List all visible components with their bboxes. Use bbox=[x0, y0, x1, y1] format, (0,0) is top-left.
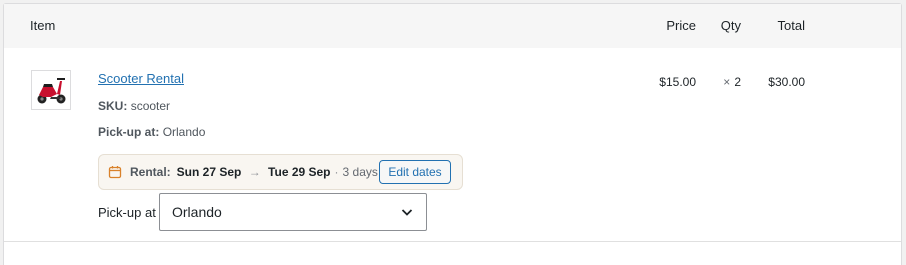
product-name-link[interactable]: Scooter Rental bbox=[98, 71, 184, 87]
rental-start-date: Sun 27 Sep bbox=[176, 165, 242, 179]
order-items-table: Item Price Qty Total Scooter Rental SKU:… bbox=[3, 3, 902, 265]
line-quantity: × 2 bbox=[723, 74, 741, 90]
line-total: $30.00 bbox=[768, 75, 805, 89]
header-price: Price bbox=[666, 18, 696, 33]
pickup-select-row: Pick-up at Orlando bbox=[98, 193, 427, 231]
rental-label: Rental: bbox=[130, 165, 171, 179]
header-qty: Qty bbox=[720, 18, 741, 33]
pickup-location-select[interactable]: Orlando bbox=[159, 193, 427, 231]
rental-summary: Rental: Sun 27 Sep → Tue 29 Sep · 3 days… bbox=[98, 154, 463, 190]
rental-separator: · bbox=[334, 165, 339, 179]
scooter-image bbox=[37, 78, 66, 104]
rental-end-date: Tue 29 Sep bbox=[268, 165, 331, 179]
calendar-icon bbox=[108, 165, 122, 179]
arrow-right-icon: → bbox=[248, 165, 261, 179]
line-price: $15.00 bbox=[659, 75, 696, 89]
edit-dates-button[interactable]: Edit dates bbox=[379, 160, 451, 184]
quantity-value: 2 bbox=[734, 75, 741, 89]
times-icon: × bbox=[723, 75, 731, 89]
row-divider bbox=[4, 241, 901, 242]
pickup-meta-label: Pick-up at: bbox=[98, 125, 160, 139]
chevron-down-icon bbox=[400, 205, 414, 219]
sku-label: SKU: bbox=[98, 99, 128, 113]
rental-dates: Sun 27 Sep → Tue 29 Sep bbox=[177, 165, 331, 179]
header-total: Total bbox=[777, 18, 805, 33]
sku-value: scooter bbox=[130, 99, 171, 113]
header-item: Item bbox=[30, 18, 56, 33]
table-header: Item Price Qty Total bbox=[4, 4, 901, 48]
product-sku: SKU: scooter bbox=[98, 98, 170, 114]
rental-duration: 3 days bbox=[342, 165, 378, 179]
product-pickup: Pick-up at: Orlando bbox=[98, 124, 205, 140]
pickup-meta-value: Orlando bbox=[162, 125, 206, 139]
pickup-select-label: Pick-up at bbox=[98, 204, 156, 220]
table-row: Scooter Rental SKU: scooter Pick-up at: … bbox=[4, 48, 901, 242]
product-thumbnail[interactable] bbox=[31, 70, 71, 110]
pickup-select-value: Orlando bbox=[172, 204, 222, 220]
